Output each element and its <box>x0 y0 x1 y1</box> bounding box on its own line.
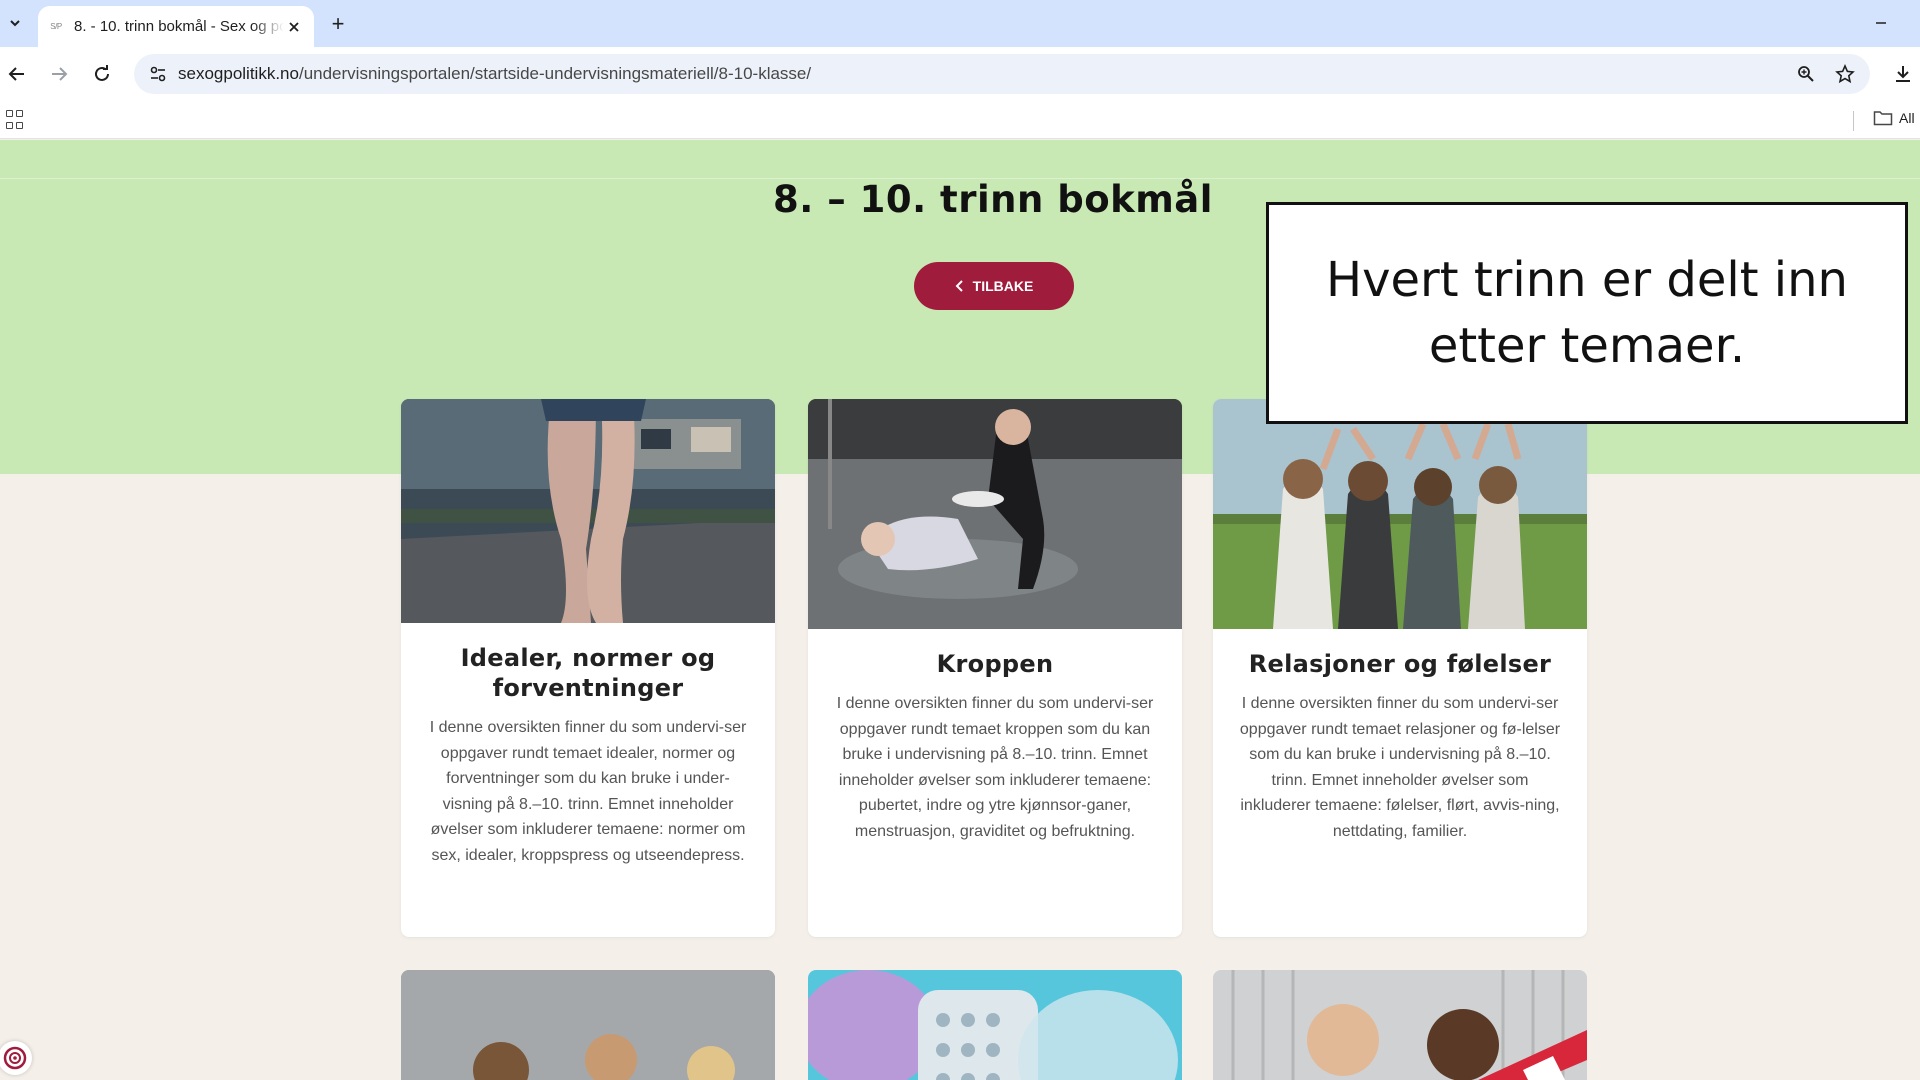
zoom-icon <box>1798 66 1814 82</box>
forward-nav-button[interactable] <box>44 59 74 89</box>
tab-close-button[interactable] <box>284 17 304 37</box>
card-title: Idealer, normer og forventninger <box>460 644 716 702</box>
topic-card-kroppen[interactable]: Kroppen I denne oversikten finner du som… <box>808 399 1182 937</box>
address-bar[interactable]: sexogpolitikk.no/undervisningsportalen/s… <box>134 54 1870 94</box>
card-image-friends <box>401 970 775 1080</box>
active-tab[interactable]: S/P 8. - 10. trinn bokmål - Sex og polit… <box>38 6 314 47</box>
minimize-icon <box>1876 22 1886 24</box>
card-title: Kroppen <box>936 650 1054 678</box>
tutorial-callout: Hvert trinn er delt inn etter temaer. <box>1266 202 1908 424</box>
card-image-playing-kids <box>808 399 1182 629</box>
card-body: Relasjoner og følelser I denne oversikte… <box>1213 649 1587 844</box>
topic-card-idealer[interactable]: Idealer, normer og forventninger I denne… <box>401 399 775 937</box>
browser-tab-bar: S/P 8. - 10. trinn bokmål - Sex og polit… <box>0 0 1920 47</box>
back-button-label: TILBAKE <box>972 278 1034 294</box>
downloads-button[interactable] <box>1888 59 1918 89</box>
back-button[interactable]: TILBAKE <box>914 262 1074 310</box>
arrow-left-icon <box>8 67 24 81</box>
close-icon <box>289 21 299 32</box>
topic-card-row2-2[interactable] <box>808 970 1182 1080</box>
browser-toolbar: sexogpolitikk.no/undervisningsportalen/s… <box>0 47 1920 101</box>
apps-grid-icon[interactable] <box>6 110 26 130</box>
topic-card-relasjoner[interactable]: Relasjoner og følelser I denne oversikte… <box>1213 399 1587 937</box>
download-icon <box>1896 66 1910 82</box>
bookmarks-divider <box>1853 111 1854 131</box>
bookmark-star-button[interactable] <box>1830 59 1860 89</box>
zoom-button[interactable] <box>1791 59 1821 89</box>
reload-icon <box>95 65 109 81</box>
card-description: I denne oversikten finner du som undervi… <box>429 719 747 864</box>
topic-card-row2-3[interactable] <box>1213 970 1587 1080</box>
page-content: 8. – 10. trinn bokmål TILBAKE Idealer, n… <box>0 140 1920 1080</box>
bookmarks-bar: All <box>0 101 1920 139</box>
card-body: Kroppen I denne oversikten finner du som… <box>808 649 1182 844</box>
back-nav-button[interactable] <box>2 59 32 89</box>
reload-button[interactable] <box>87 59 117 89</box>
card-image-kids-tape <box>1213 970 1587 1080</box>
card-image-contraception <box>808 970 1182 1080</box>
site-favicon-icon: S/P <box>50 22 62 31</box>
url-domain: sexogpolitikk.no <box>178 64 299 83</box>
card-description: I denne oversikten finner du som undervi… <box>836 695 1154 840</box>
card-image-girls-field <box>1213 399 1587 629</box>
site-info-button[interactable] <box>142 58 174 90</box>
chevron-left-icon <box>955 280 963 292</box>
card-description: I denne oversikten finner du som undervi… <box>1239 695 1561 840</box>
tune-icon <box>150 66 166 82</box>
window-minimize-button[interactable] <box>1866 8 1896 38</box>
topic-card-row2-1[interactable] <box>401 970 775 1080</box>
callout-text: Hvert trinn er delt inn etter temaer. <box>1326 252 1848 374</box>
url-path: /undervisningsportalen/startside-undervi… <box>298 64 812 83</box>
url-text: sexogpolitikk.no/undervisningsportalen/s… <box>178 64 811 84</box>
card-body: Idealer, normer og forventninger I denne… <box>401 643 775 868</box>
star-icon <box>1835 64 1855 84</box>
all-bookmarks-label: All <box>1899 110 1915 126</box>
new-tab-button[interactable]: + <box>325 11 351 37</box>
all-bookmarks-button[interactable]: All <box>1873 110 1915 126</box>
cookie-settings-button[interactable] <box>0 1041 32 1075</box>
chevron-down-icon <box>10 20 20 27</box>
tab-search-button[interactable] <box>4 11 26 35</box>
card-title: Relasjoner og følelser <box>1248 650 1552 678</box>
folder-icon <box>1873 111 1893 126</box>
card-image-legs <box>401 399 775 623</box>
arrow-right-icon <box>52 67 68 81</box>
cookie-icon <box>3 1046 27 1070</box>
tab-title: 8. - 10. trinn bokmål - Sex og politikk <box>74 18 284 35</box>
